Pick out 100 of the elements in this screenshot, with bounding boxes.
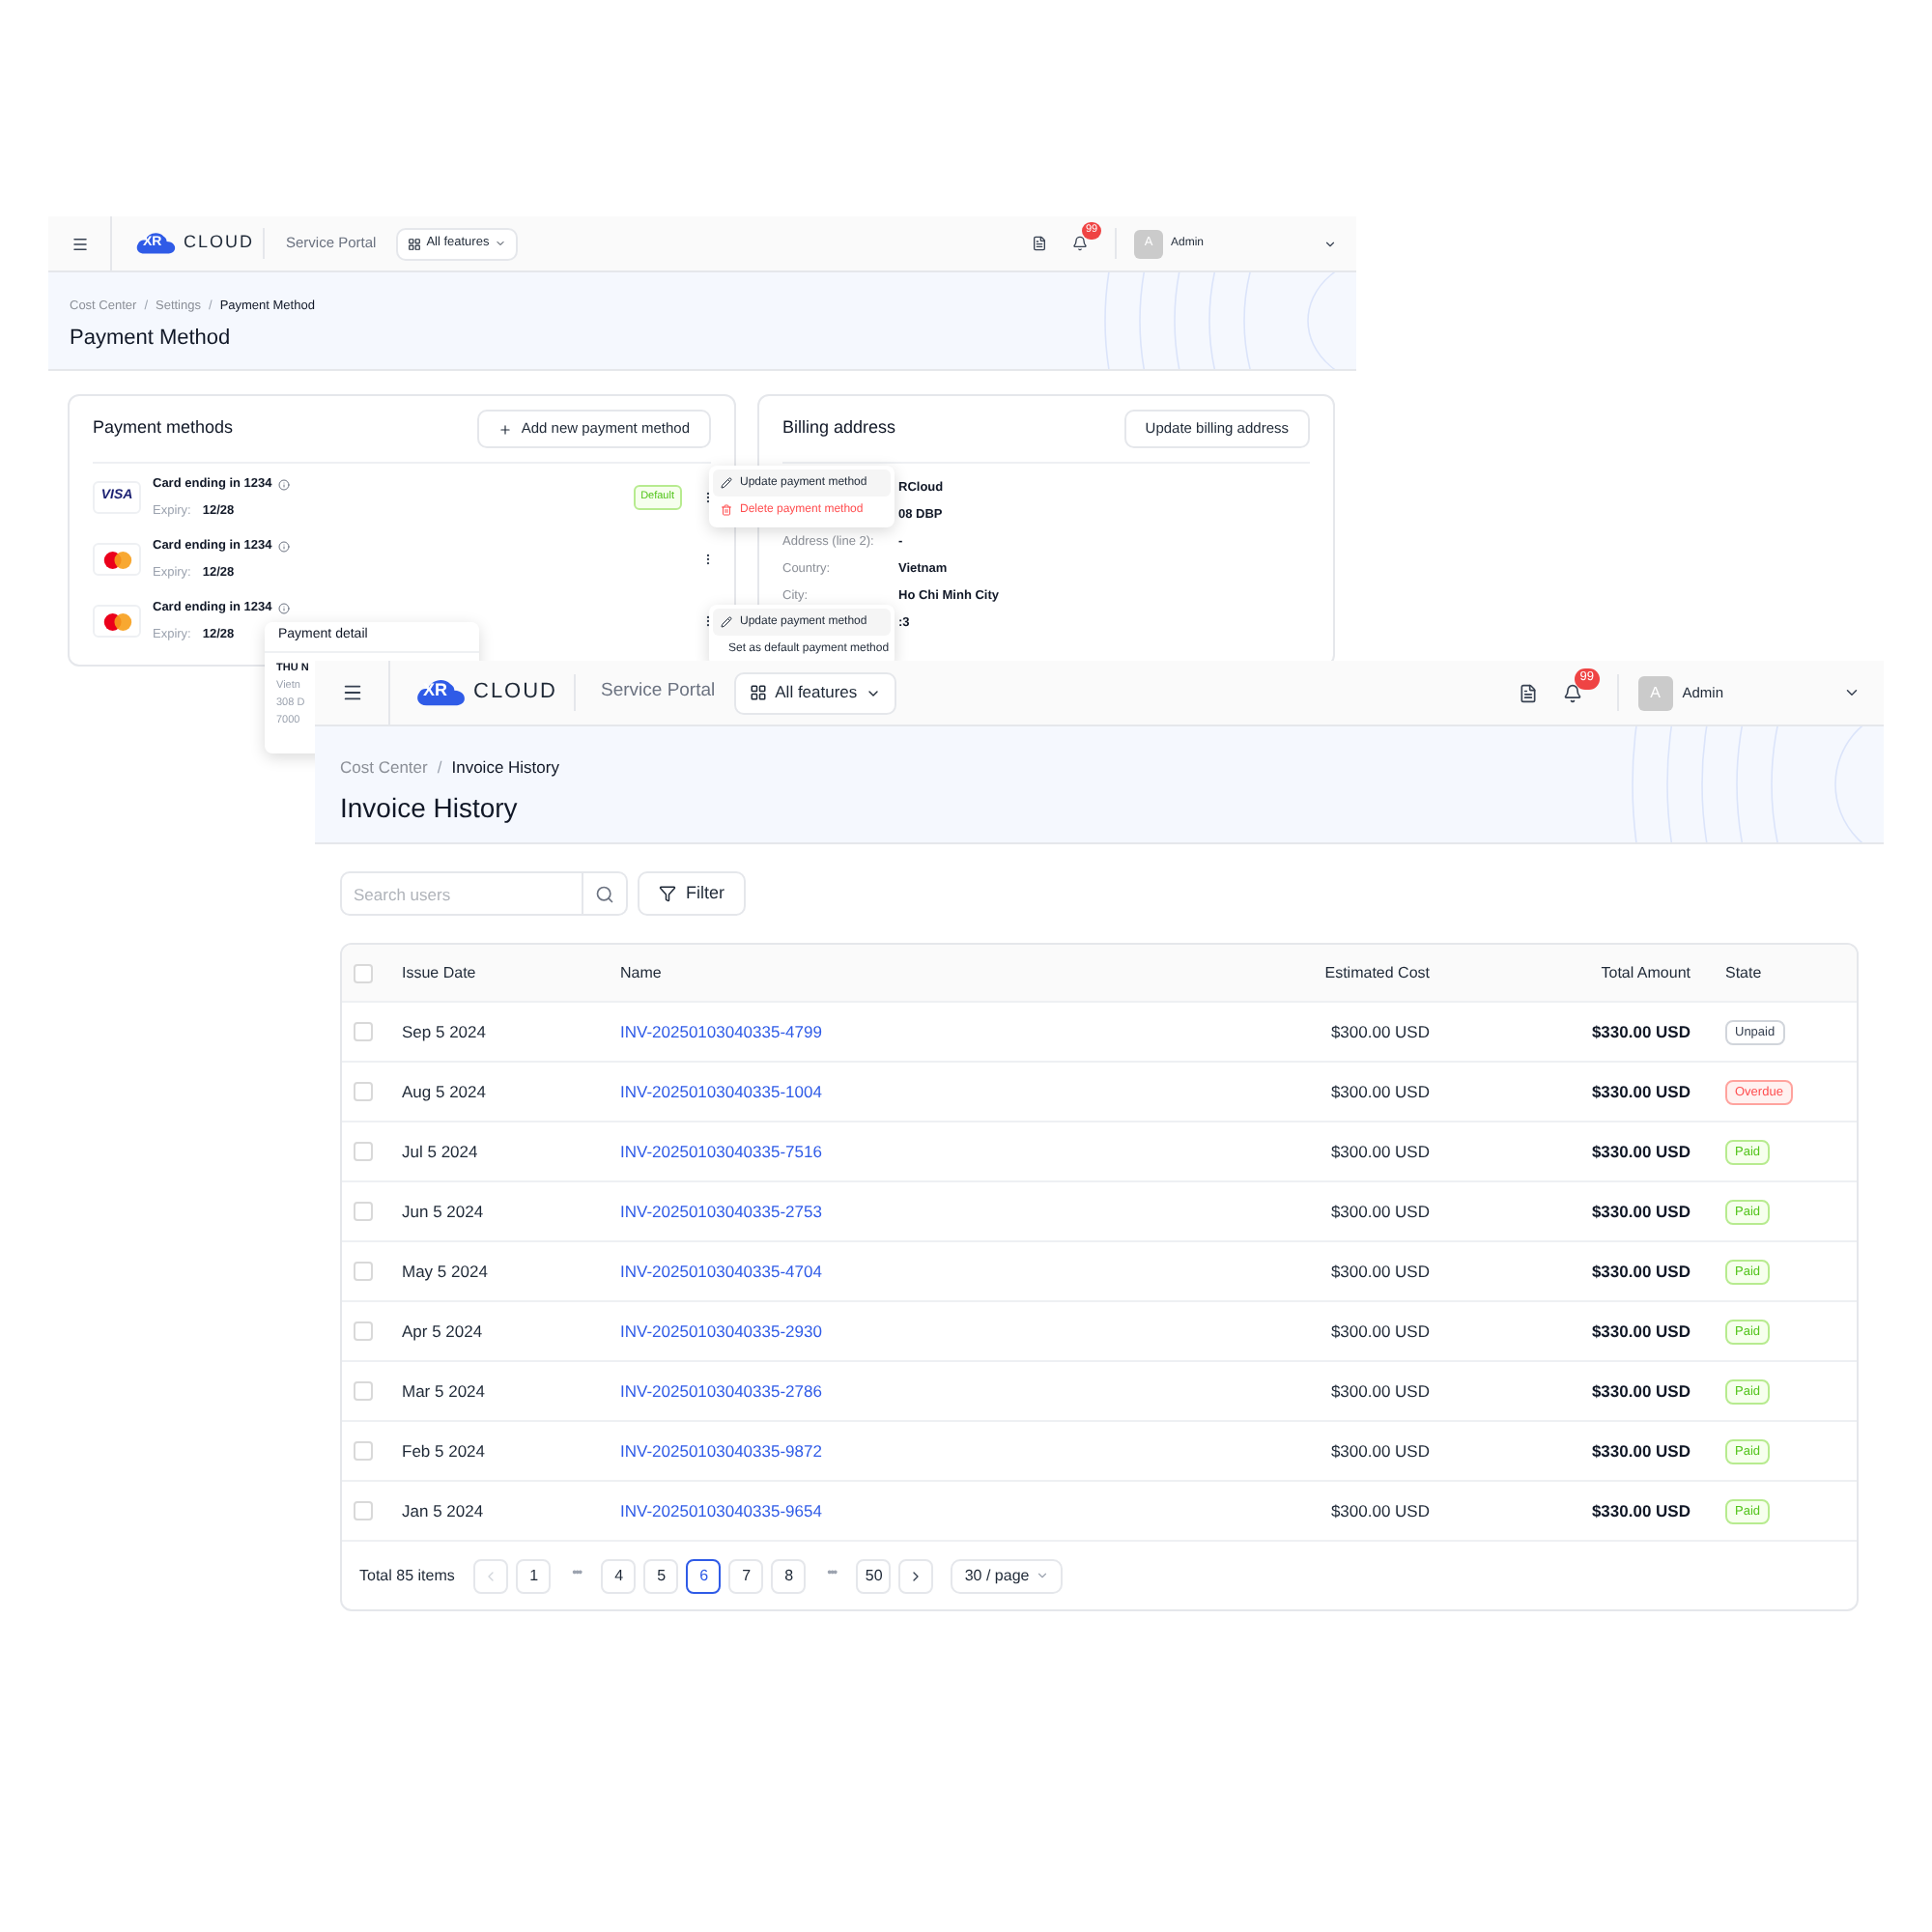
total-amount-cell: $330.00 USD <box>1591 1498 1690 1523</box>
estimated-cost-cell: $300.00 USD <box>1330 1319 1430 1344</box>
total-amount-cell: $330.00 USD <box>1591 1259 1690 1284</box>
card-title: Payment methods <box>93 415 234 441</box>
column-header: Total Amount <box>1601 961 1692 984</box>
portal-name[interactable]: Service Portal <box>601 678 716 707</box>
menu-icon[interactable] <box>71 235 88 252</box>
brand-name: CLOUD <box>473 678 558 708</box>
invoice-link[interactable]: INV-20250103040335-2753 <box>620 1199 822 1224</box>
column-header: State <box>1723 961 1762 984</box>
next-page-button[interactable] <box>898 1558 934 1593</box>
total-items: Total 85 items <box>359 1564 455 1587</box>
document-icon[interactable] <box>1031 236 1047 251</box>
estimated-cost-cell: $300.00 USD <box>1330 1378 1430 1404</box>
filter-button[interactable]: Filter <box>638 871 746 916</box>
estimated-cost-cell: $300.00 USD <box>1330 1498 1430 1523</box>
invoice-link[interactable]: INV-20250103040335-9872 <box>620 1438 822 1463</box>
page-button[interactable]: 50 <box>856 1558 892 1593</box>
info-icon[interactable] <box>277 540 290 553</box>
checkbox[interactable] <box>354 963 373 982</box>
search-field[interactable]: Search users <box>340 871 583 916</box>
invoice-link[interactable]: INV-20250103040335-1004 <box>620 1079 822 1104</box>
invoice-link[interactable]: INV-20250103040335-2786 <box>620 1378 822 1404</box>
column-header: Name <box>618 961 662 984</box>
date-cell: Sep 5 2024 <box>402 1019 486 1044</box>
column-header: Issue Date <box>402 961 476 984</box>
more-icon[interactable] <box>701 491 715 504</box>
checkbox[interactable] <box>354 1321 373 1341</box>
page-button[interactable]: 6 <box>686 1558 722 1593</box>
filter-icon <box>659 885 676 902</box>
estimated-cost-cell: $300.00 USD <box>1330 1139 1430 1164</box>
bell-icon[interactable] <box>1071 236 1088 251</box>
invoice-link[interactable]: INV-20250103040335-9654 <box>620 1498 822 1523</box>
checkbox[interactable] <box>354 1441 373 1461</box>
date-cell: May 5 2024 <box>402 1259 488 1284</box>
breadcrumb-link[interactable]: Cost Center <box>340 755 428 781</box>
estimated-cost-cell: $300.00 USD <box>1330 1019 1430 1044</box>
menu-icon[interactable] <box>341 682 362 703</box>
page-button[interactable]: 8 <box>771 1558 807 1593</box>
mastercard-icon <box>101 550 132 569</box>
chevron-icon <box>1035 1569 1049 1582</box>
breadcrumb-separator: / <box>437 755 442 781</box>
pencil-icon <box>721 616 732 628</box>
total-amount-cell: $330.00 USD <box>1591 1438 1690 1463</box>
more-icon[interactable] <box>701 553 715 566</box>
date-cell: Feb 5 2024 <box>402 1438 486 1463</box>
grid-icon <box>407 237 421 250</box>
page-title: Invoice History <box>340 789 520 827</box>
grid-icon <box>750 684 768 701</box>
checkbox[interactable] <box>354 1262 373 1281</box>
logo-mark: XR <box>423 682 448 700</box>
features-button[interactable]: All features <box>734 671 896 714</box>
total-amount-cell: $330.00 USD <box>1591 1079 1690 1104</box>
page-size-select[interactable]: 30 / page <box>951 1558 1063 1593</box>
pencil-icon <box>721 477 732 489</box>
cloud-icon <box>415 676 466 708</box>
column-header: Estimated Cost <box>1324 961 1432 984</box>
brand-name: CLOUD <box>184 230 255 256</box>
page-button[interactable]: 7 <box>728 1558 764 1593</box>
more-icon[interactable] <box>701 614 715 628</box>
chevron-icon[interactable] <box>1843 684 1861 701</box>
invoice-link[interactable]: INV-20250103040335-4799 <box>620 1019 822 1044</box>
info-icon[interactable] <box>277 602 290 614</box>
estimated-cost-cell: $300.00 USD <box>1330 1199 1430 1224</box>
chevron-icon <box>495 238 507 249</box>
estimated-cost-cell: $300.00 USD <box>1330 1079 1430 1104</box>
page-button[interactable]: 5 <box>643 1558 679 1593</box>
bell-icon[interactable] <box>1562 683 1582 702</box>
checkbox[interactable] <box>354 1381 373 1401</box>
checkbox[interactable] <box>354 1501 373 1520</box>
chevron-icon[interactable] <box>1323 237 1337 250</box>
cloud-icon <box>135 230 176 256</box>
plus-icon <box>497 422 512 436</box>
page-title: Payment Method <box>70 324 233 354</box>
total-amount-cell: $330.00 USD <box>1591 1019 1690 1044</box>
date-cell: Jan 5 2024 <box>402 1498 484 1523</box>
total-amount-cell: $330.00 USD <box>1591 1199 1690 1224</box>
checkbox[interactable] <box>354 1022 373 1041</box>
mastercard-icon <box>101 611 132 631</box>
checkbox[interactable] <box>354 1142 373 1161</box>
page-button[interactable]: 4 <box>601 1558 637 1593</box>
invoice-link[interactable]: INV-20250103040335-2930 <box>620 1319 822 1344</box>
checkbox[interactable] <box>354 1082 373 1101</box>
trash-icon <box>721 504 732 516</box>
date-cell: Mar 5 2024 <box>402 1378 485 1404</box>
checkbox[interactable] <box>354 1202 373 1221</box>
date-cell: Jun 5 2024 <box>402 1199 484 1224</box>
total-amount-cell: $330.00 USD <box>1591 1319 1690 1344</box>
page-button[interactable]: 1 <box>516 1558 552 1593</box>
date-cell: Aug 5 2024 <box>402 1079 486 1104</box>
total-amount-cell: $330.00 USD <box>1591 1378 1690 1404</box>
search-icon <box>595 884 614 903</box>
invoice-link[interactable]: INV-20250103040335-7516 <box>620 1139 822 1164</box>
invoice-link[interactable]: INV-20250103040335-4704 <box>620 1259 822 1284</box>
date-cell: Apr 5 2024 <box>402 1319 483 1344</box>
search-button[interactable] <box>583 871 628 916</box>
estimated-cost-cell: $300.00 USD <box>1330 1259 1430 1284</box>
document-icon[interactable] <box>1518 683 1538 702</box>
info-icon[interactable] <box>277 478 290 491</box>
estimated-cost-cell: $300.00 USD <box>1330 1438 1430 1463</box>
